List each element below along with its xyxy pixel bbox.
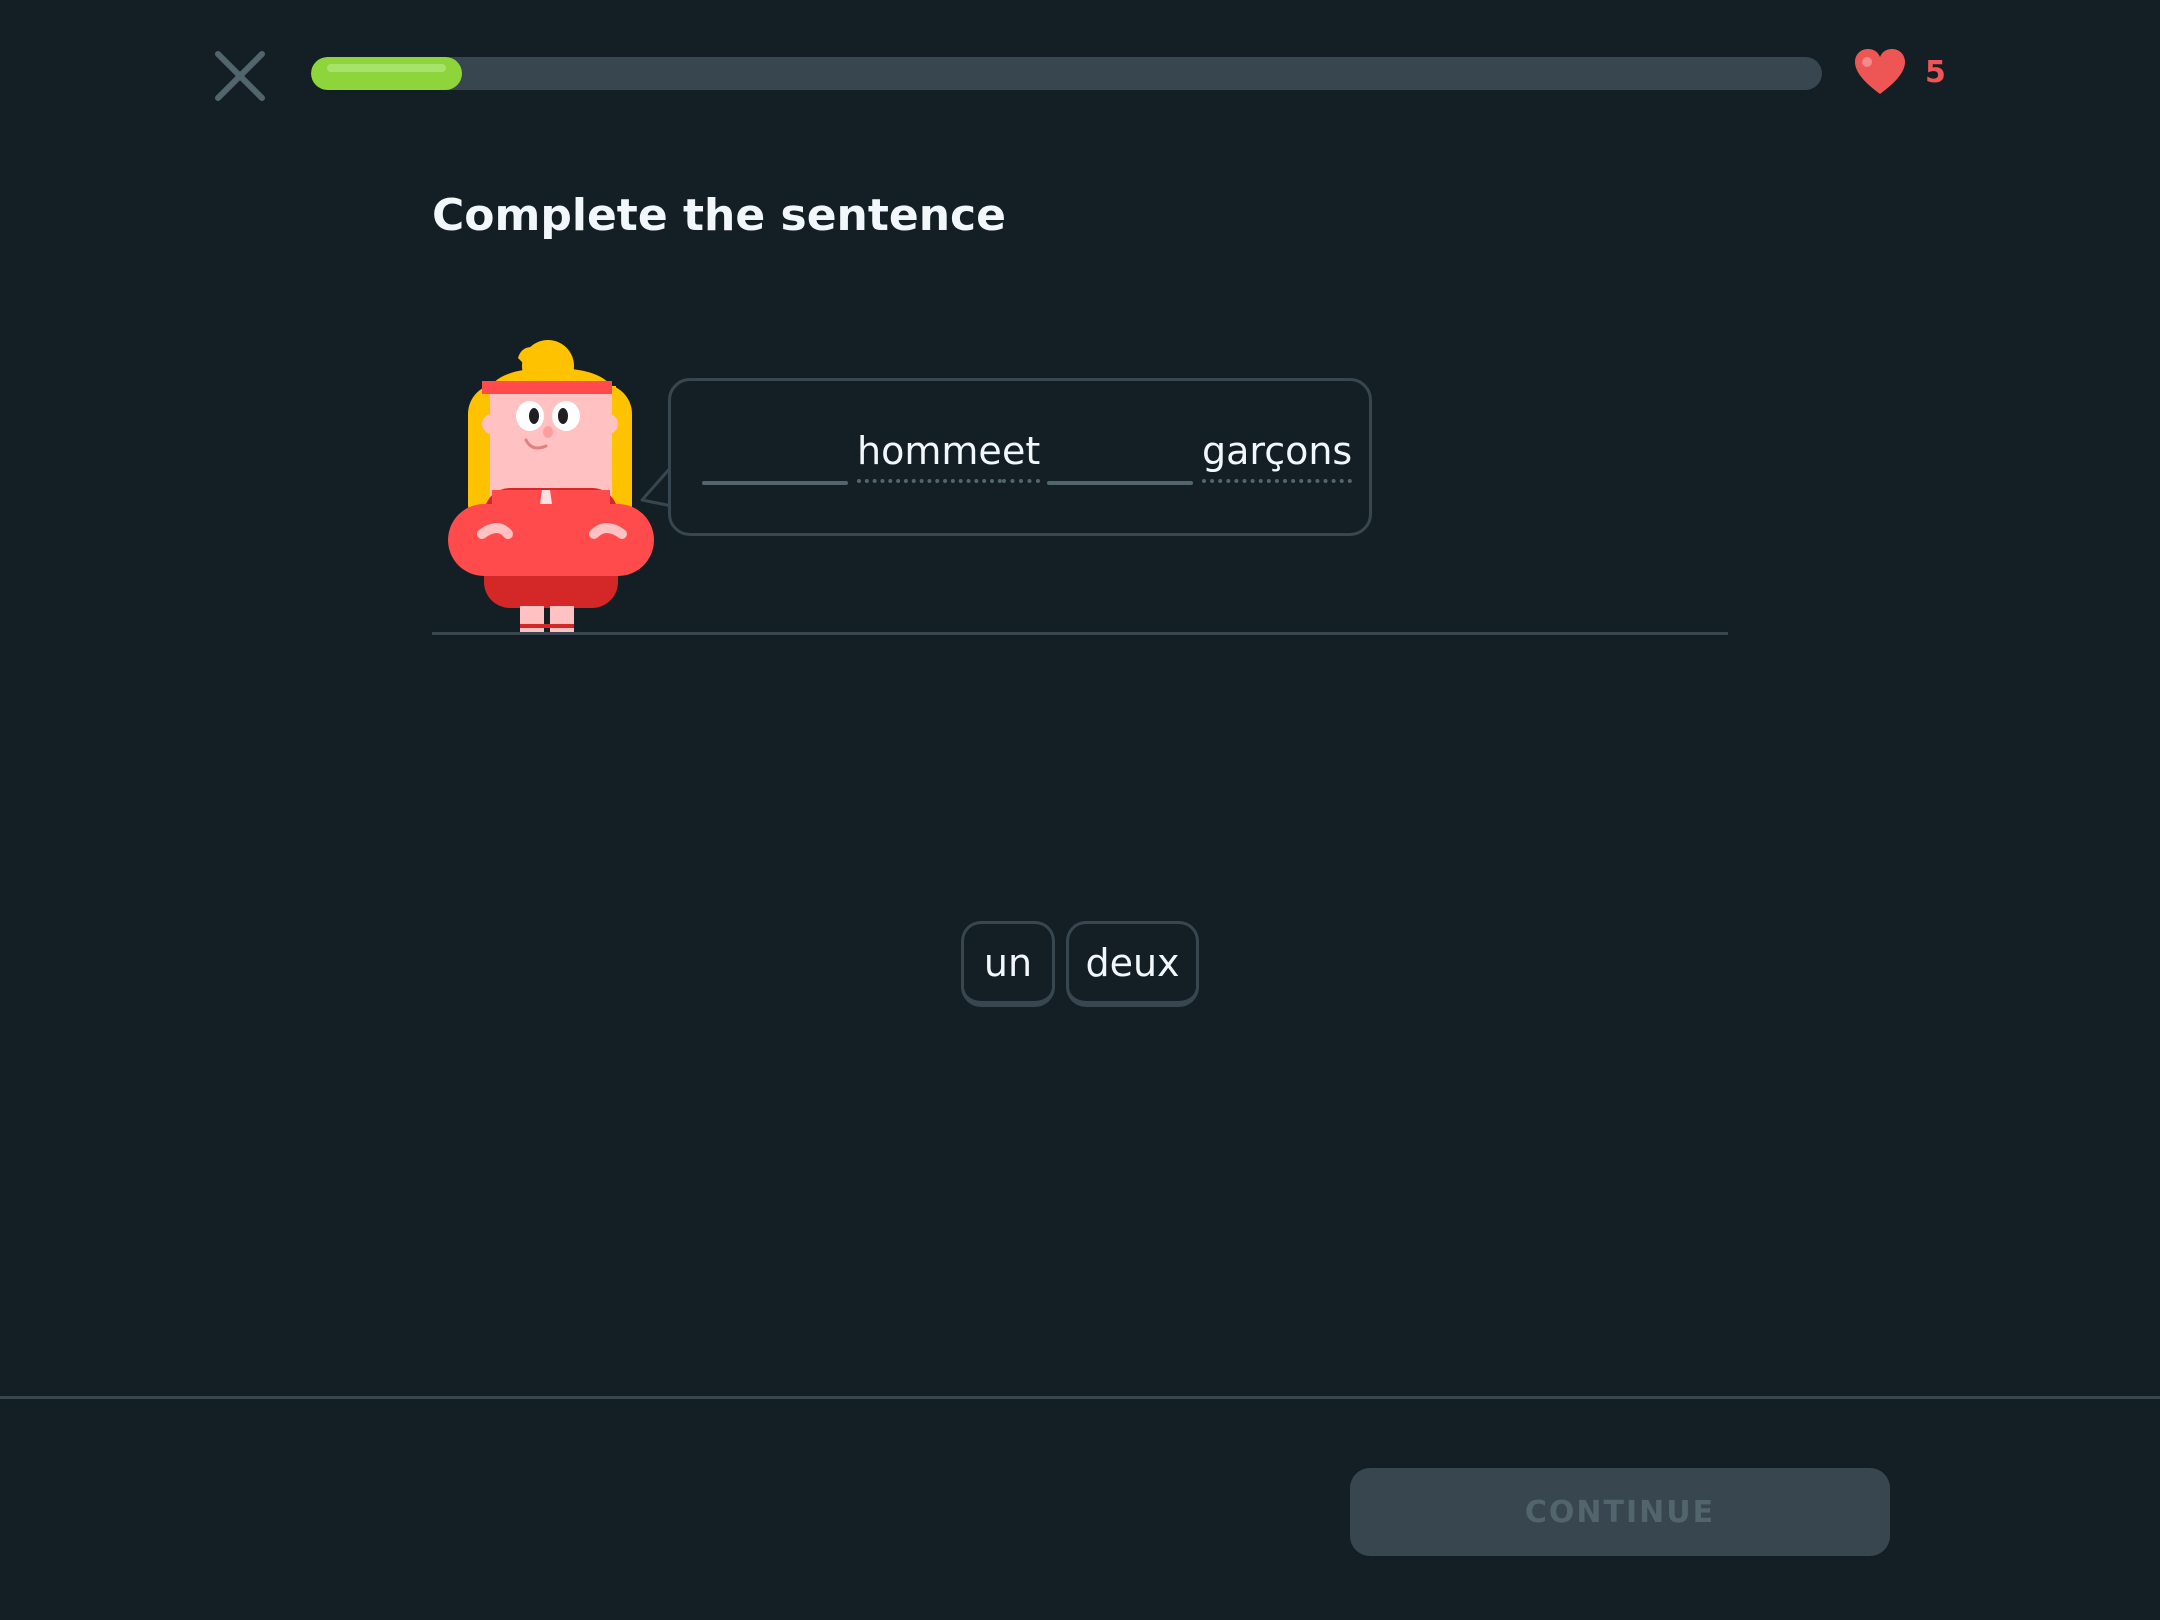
- close-x-icon: [215, 51, 265, 101]
- word-choice-deux[interactable]: deux: [1066, 921, 1199, 1007]
- word-choice-un[interactable]: un: [961, 921, 1055, 1007]
- divider: [432, 632, 1728, 635]
- continue-button[interactable]: CONTINUE: [1350, 1468, 1890, 1556]
- sentence-word[interactable]: homme: [857, 429, 1002, 483]
- footer-divider: [0, 1396, 2160, 1399]
- answer-blank-1[interactable]: [702, 481, 848, 485]
- speech-bubble: homme et garçons: [668, 378, 1372, 536]
- character-illustration: [448, 340, 654, 634]
- close-button[interactable]: [210, 46, 270, 106]
- sentence-word[interactable]: garçons: [1202, 429, 1353, 483]
- progress-shine: [327, 64, 447, 72]
- heart-icon: [1855, 49, 1905, 94]
- hearts-count: 5: [1925, 54, 1946, 90]
- sentence-word[interactable]: et: [1002, 429, 1041, 483]
- exercise-title: Complete the sentence: [432, 190, 1006, 241]
- lesson-progress-bar: [311, 57, 1822, 90]
- sentence: homme et garçons: [671, 429, 1369, 489]
- progress-fill: [311, 57, 463, 90]
- hearts-counter: 5: [1853, 48, 1946, 96]
- answer-blank-2[interactable]: [1047, 481, 1193, 485]
